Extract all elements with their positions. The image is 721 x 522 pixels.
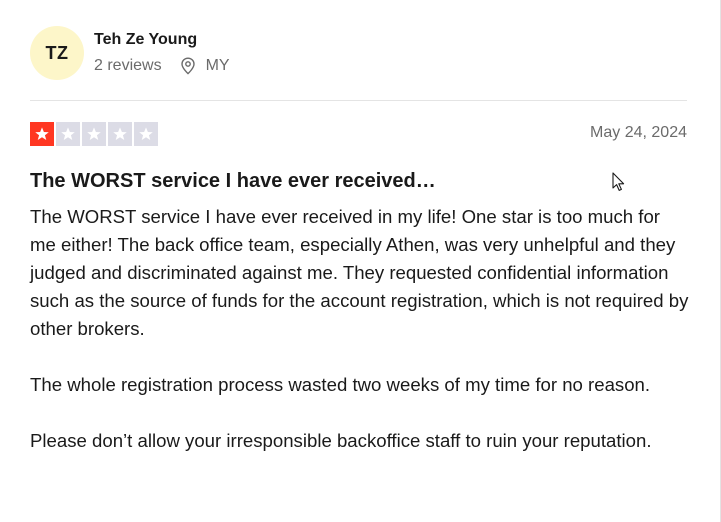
review-paragraph: The WORST service I have ever received i…	[30, 206, 689, 339]
star-icon	[108, 122, 132, 146]
reviewer-name[interactable]: Teh Ze Young	[94, 29, 230, 51]
reviewer-location: MY	[205, 56, 230, 74]
mouse-cursor-icon	[612, 172, 625, 191]
divider	[30, 100, 687, 101]
reviewer-header[interactable]: TZ Teh Ze Young 2 reviews MY	[30, 26, 230, 80]
reviews-count: 2 reviews	[94, 56, 162, 74]
review-card: TZ Teh Ze Young 2 reviews MY May 24, 202…	[0, 0, 721, 522]
star-rating	[30, 122, 160, 146]
review-title[interactable]: The WORST service I have ever received…	[30, 168, 436, 194]
star-icon	[30, 122, 54, 146]
review-body: The WORST service I have ever received i…	[30, 203, 690, 483]
reviewer-meta: 2 reviews MY	[94, 56, 230, 76]
review-date: May 24, 2024	[590, 124, 687, 141]
star-icon	[82, 122, 106, 146]
star-icon	[134, 122, 158, 146]
review-paragraph: Please don’t allow your irresponsible ba…	[30, 430, 652, 451]
star-icon	[56, 122, 80, 146]
avatar[interactable]: TZ	[30, 26, 84, 80]
map-pin-icon	[180, 56, 196, 75]
reviewer-info: Teh Ze Young 2 reviews MY	[94, 29, 230, 76]
review-paragraph: The whole registration process wasted tw…	[30, 374, 651, 395]
